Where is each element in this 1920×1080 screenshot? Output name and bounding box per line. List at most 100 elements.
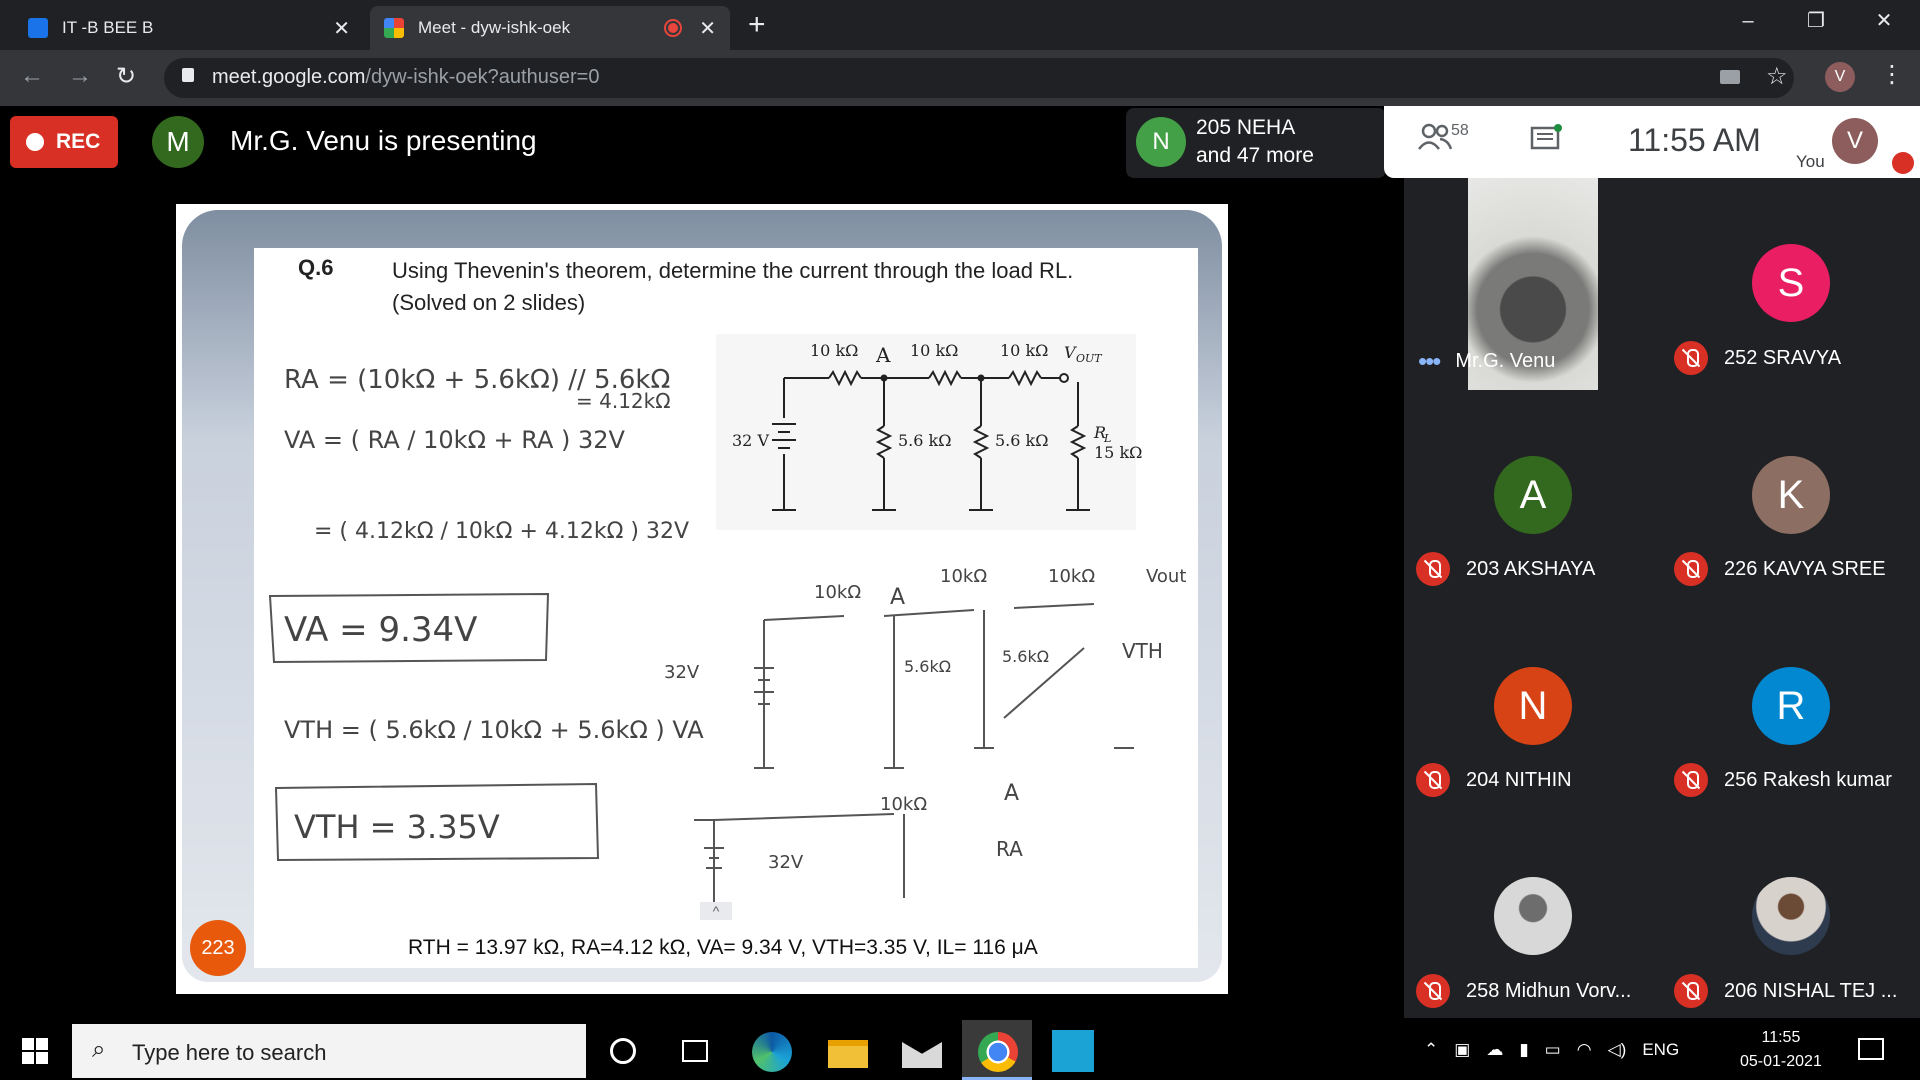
stage-margin xyxy=(1228,178,1404,1018)
participant-tile-nithin[interactable]: 204 NITHIN xyxy=(1416,763,1572,797)
mic-off-icon xyxy=(1674,341,1708,375)
chat-icon[interactable] xyxy=(1530,124,1562,154)
meet-now-icon[interactable]: ▣ xyxy=(1454,1040,1470,1060)
classroom-icon xyxy=(28,18,48,38)
system-tray[interactable]: ⌃ ▣ ☁ ▮ ▭ ◠ ◁) ENG xyxy=(1424,1040,1679,1060)
tab-title: IT -B BEE B xyxy=(62,18,154,37)
participant-tile-sravya[interactable]: 252 SRAVYA xyxy=(1674,341,1841,375)
circuit-label-rl-value: 15 kΩ xyxy=(1094,443,1142,462)
restore-button[interactable]: ❐ xyxy=(1788,6,1844,40)
back-icon[interactable]: ← xyxy=(20,62,44,90)
page-number-badge: 223 xyxy=(190,920,246,976)
new-tab-button[interactable]: + xyxy=(748,8,766,42)
profile-avatar[interactable]: V xyxy=(1825,62,1855,92)
tab-title: Meet - dyw-ishk-oek xyxy=(418,18,571,37)
hw-c2-r3: 10kΩ xyxy=(1048,566,1095,587)
onedrive-icon[interactable]: ☁ xyxy=(1486,1040,1503,1060)
slide-drawing: 10 kΩ A 10 kΩ 10 kΩ V OUT 32 V 5.6 kΩ 5.… xyxy=(268,334,1186,908)
people-count: 58 xyxy=(1451,122,1469,139)
file-explorer-icon[interactable] xyxy=(828,1040,868,1068)
hw-va-step: = ( 4.12kΩ / 10kΩ + 4.12kΩ ) 32V xyxy=(314,519,689,544)
bookmark-star-icon[interactable]: ☆ xyxy=(1766,62,1788,91)
notifications-icon[interactable] xyxy=(1858,1038,1884,1060)
answer-summary: RTH = 13.97 kΩ, RA=4.12 kΩ, VA= 9.34 V, … xyxy=(408,936,1038,959)
more-options-icon[interactable]: ••• xyxy=(1418,346,1441,377)
tab-classroom[interactable]: IT -B BEE B ✕ xyxy=(14,6,364,50)
url-text[interactable]: meet.google.com/dyw-ishk-oek?authuser=0 xyxy=(212,66,599,89)
self-avatar: V xyxy=(1832,118,1878,164)
self-label: You xyxy=(1796,152,1825,171)
circuit-label-r4: 5.6 kΩ xyxy=(898,431,952,450)
participant-photo xyxy=(1752,877,1830,955)
close-tab-icon[interactable]: ✕ xyxy=(699,16,716,41)
reload-icon[interactable]: ↻ xyxy=(116,62,136,91)
hw-va-eq: VA = ( RA / 10kΩ + RA ) 32V xyxy=(284,426,626,454)
hw-c2-r1: 10kΩ xyxy=(814,582,861,603)
task-view-icon[interactable] xyxy=(682,1040,708,1062)
hw-va-result: VA = 9.34V xyxy=(284,610,477,650)
hw-c2-vth: VTH xyxy=(1122,639,1163,663)
microphone-icon[interactable]: ▮ xyxy=(1519,1040,1528,1060)
minimize-button[interactable]: – xyxy=(1720,6,1776,40)
attendees-summary-text: 205 NEHA and 47 more xyxy=(1196,116,1314,167)
presenter-avatar: M xyxy=(152,116,204,168)
meet-icon xyxy=(384,18,404,38)
slide-page: 10 kΩ A 10 kΩ 10 kΩ V OUT 32 V 5.6 kΩ 5.… xyxy=(254,248,1198,968)
mic-off-icon xyxy=(1892,152,1914,174)
hw-c3-a: A xyxy=(1004,781,1019,806)
expand-caret-icon[interactable]: ^ xyxy=(700,902,732,920)
participant-tile-kavya[interactable]: 226 KAVYA SREE xyxy=(1674,552,1886,586)
recording-indicator-icon xyxy=(666,21,680,35)
wifi-icon[interactable]: ◠ xyxy=(1577,1040,1592,1060)
participant-tile-rakesh[interactable]: 256 Rakesh kumar xyxy=(1674,763,1892,797)
edge-icon[interactable] xyxy=(752,1032,792,1072)
hw-c2-vout: Vout xyxy=(1146,566,1186,587)
hw-c3-r1: 10kΩ xyxy=(880,794,927,815)
cortana-icon[interactable] xyxy=(610,1038,636,1064)
presenting-label: Mr.G. Venu is presenting xyxy=(230,125,537,156)
language-indicator[interactable]: ENG xyxy=(1642,1040,1679,1060)
lock-icon xyxy=(182,68,194,82)
circuit-label-source: 32 V xyxy=(732,431,769,450)
hw-ra-val: = 4.12kΩ xyxy=(576,389,671,413)
chrome-icon xyxy=(978,1032,1018,1072)
mic-off-icon xyxy=(1674,552,1708,586)
hw-c2-r2: 10kΩ xyxy=(940,566,987,587)
participant-avatar: R xyxy=(1752,667,1830,745)
circuit-label-r1: 10 kΩ xyxy=(810,341,858,360)
mic-off-icon xyxy=(1416,763,1450,797)
windows-start-icon[interactable] xyxy=(22,1038,48,1064)
attendee-avatar: N xyxy=(1136,117,1186,167)
people-icon[interactable] xyxy=(1418,122,1452,152)
participant-tile-nishal[interactable]: 206 NISHAL TEJ ... xyxy=(1674,974,1897,1008)
volume-icon[interactable]: ◁) xyxy=(1608,1040,1627,1060)
hw-vth-eq: VTH = ( 5.6kΩ / 10kΩ + 5.6kΩ ) VA xyxy=(284,716,704,744)
mic-off-icon xyxy=(1674,763,1708,797)
taskbar-clock[interactable]: 11:55 05-01-2021 xyxy=(1740,1026,1822,1074)
participant-avatar: N xyxy=(1494,667,1572,745)
close-window-button[interactable]: ✕ xyxy=(1856,6,1912,40)
search-icon: ⌕ xyxy=(92,1036,106,1063)
hw-vth-result: VTH = 3.35V xyxy=(294,808,500,846)
meeting-clock: 11:55 AM xyxy=(1628,122,1761,158)
record-dot-icon xyxy=(26,133,44,151)
hw-c2-r5: 5.6kΩ xyxy=(1002,647,1049,666)
battery-icon[interactable]: ▭ xyxy=(1545,1040,1561,1060)
participant-tile-venu[interactable]: ••• Mr.G. Venu xyxy=(1418,346,1555,377)
camera-blocked-icon[interactable] xyxy=(1720,70,1740,84)
close-tab-icon[interactable]: ✕ xyxy=(333,16,350,41)
whatsapp-icon[interactable] xyxy=(1052,1030,1094,1072)
circuit-label-r5: 5.6 kΩ xyxy=(995,431,1049,450)
hw-c2-src: 32V xyxy=(664,662,700,683)
forward-icon[interactable]: → xyxy=(68,62,92,90)
mic-off-icon xyxy=(1416,552,1450,586)
browser-menu-icon[interactable]: ⋮ xyxy=(1880,60,1904,89)
hw-c2-a: A xyxy=(890,585,905,610)
circuit-label-r3: 10 kΩ xyxy=(1000,341,1048,360)
circuit-label-node: A xyxy=(875,343,891,367)
participant-tile-midhun[interactable]: 258 Midhun Vorv... xyxy=(1416,974,1631,1008)
tray-expand-icon[interactable]: ⌃ xyxy=(1424,1040,1438,1060)
question-number: Q.6 xyxy=(298,255,334,280)
participant-tile-akshaya[interactable]: 203 AKSHAYA xyxy=(1416,552,1595,586)
participant-avatar: S xyxy=(1752,244,1830,322)
